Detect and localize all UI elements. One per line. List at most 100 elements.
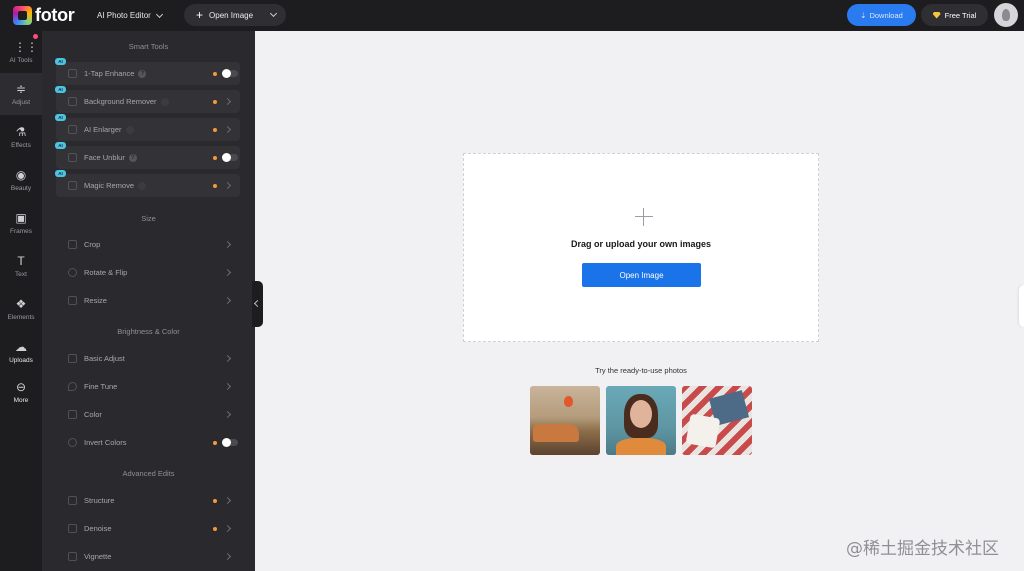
logo-icon <box>13 6 32 25</box>
tool-label: 1-Tap Enhance? <box>84 69 147 78</box>
plus-icon <box>635 208 653 226</box>
face-icon <box>68 153 77 162</box>
rail-label: Elements <box>7 314 35 321</box>
status-dot <box>213 183 217 188</box>
open-image-dropdown-button[interactable]: + Open Image <box>184 4 286 26</box>
rail-item-elements[interactable]: ❖ Elements <box>0 288 42 330</box>
diamond-icon <box>932 11 941 19</box>
tool-structure[interactable]: Structure <box>56 489 240 512</box>
rail-item-text[interactable]: T Text <box>0 245 42 287</box>
cloud-upload-icon: ☁ <box>15 340 27 354</box>
upload-dropzone[interactable]: Drag or upload your own images Open Imag… <box>463 153 819 342</box>
status-dot <box>213 526 217 531</box>
chevron-right-icon <box>223 382 232 391</box>
tool-label: Invert Colors <box>84 438 127 447</box>
vignette-icon <box>68 552 77 561</box>
toggle-switch[interactable] <box>222 153 238 162</box>
plus-icon: + <box>196 8 204 22</box>
chevron-right-icon <box>223 410 232 419</box>
tool-crop[interactable]: Crop <box>56 233 240 256</box>
tool-vignette[interactable]: Vignette <box>56 545 240 568</box>
tool-invert-colors[interactable]: Invert Colors <box>56 431 240 454</box>
rail-item-ai-tools[interactable]: ⋮⋮ AI Tools <box>0 31 42 73</box>
background-remover-icon <box>68 97 77 106</box>
tool-face-unblur[interactable]: AI Face Unblur? <box>55 142 240 169</box>
enlarger-icon <box>68 125 77 134</box>
open-image-top-label: Open Image <box>209 10 254 20</box>
section-title: Advanced Edits <box>122 469 175 478</box>
fotor-logo[interactable]: fotor <box>13 5 93 26</box>
tool-ai-enlarger[interactable]: AI AI Enlarger? <box>55 114 240 141</box>
sample-photo-flatlay[interactable] <box>682 386 752 455</box>
open-image-button[interactable]: Open Image <box>582 263 701 287</box>
rail-label: Adjust <box>11 99 31 106</box>
section-title: Size <box>141 214 156 223</box>
rail-item-effects[interactable]: ⚗ Effects <box>0 116 42 158</box>
editor-select[interactable]: AI Photo Editor <box>97 10 163 20</box>
tool-1-tap-enhance[interactable]: AI 1-Tap Enhance? <box>55 58 240 85</box>
drop-icon <box>68 382 77 391</box>
shapes-icon: ❖ <box>15 297 27 311</box>
rail-item-uploads[interactable]: ☁ Uploads <box>0 331 42 373</box>
tool-label: Background Remover? <box>84 97 169 106</box>
avatar[interactable] <box>994 3 1018 27</box>
rail-label: Uploads <box>9 357 33 364</box>
rail-label: Text <box>15 271 27 278</box>
tool-magic-remove[interactable]: AI Magic Remove? <box>55 170 240 197</box>
tool-background-remover[interactable]: AI Background Remover? <box>55 86 240 113</box>
tool-basic-adjust[interactable]: Basic Adjust <box>56 347 240 370</box>
ai-badge: AI <box>55 170 66 177</box>
free-trial-button[interactable]: Free Trial <box>921 4 988 26</box>
tool-color[interactable]: Color <box>56 403 240 426</box>
chevron-right-icon <box>223 354 232 363</box>
section-title: Brightness & Color <box>117 327 180 336</box>
more-icon: ⊖ <box>15 380 27 394</box>
sample-photo-portrait[interactable] <box>606 386 676 455</box>
status-dot <box>213 498 217 503</box>
tool-fine-tune[interactable]: Fine Tune <box>56 375 240 398</box>
help-icon: ? <box>128 154 137 162</box>
structure-icon <box>68 496 77 505</box>
text-icon: T <box>17 254 25 268</box>
ai-badge: AI <box>55 86 66 93</box>
chevron-right-icon <box>223 496 232 505</box>
tool-resize[interactable]: Resize <box>56 289 240 312</box>
tool-label: Face Unblur? <box>84 153 137 162</box>
frame-icon: ▣ <box>15 211 27 225</box>
tool-label: Vignette <box>84 552 112 561</box>
help-icon: ? <box>138 182 147 190</box>
chevron-right-icon <box>223 97 232 106</box>
chevron-right-icon <box>223 240 232 249</box>
tool-label: AI Enlarger? <box>84 125 134 134</box>
tool-denoise[interactable]: Denoise <box>56 517 240 540</box>
editor-select-label: AI Photo Editor <box>97 11 151 20</box>
resize-icon <box>68 296 77 305</box>
sample-photo-balloon-car[interactable] <box>530 386 600 455</box>
chevron-right-icon <box>223 552 232 561</box>
tool-label: Denoise <box>84 524 112 533</box>
chevron-right-icon <box>223 268 232 277</box>
tool-label: Basic Adjust <box>84 354 125 363</box>
top-bar: fotor AI Photo Editor + Open Image ⇣ Dow… <box>0 0 1024 31</box>
tool-label: Fine Tune <box>84 382 118 391</box>
adjust-panel: Smart Tools AI 1-Tap Enhance? AI Backgro… <box>42 31 255 571</box>
rail-item-adjust[interactable]: ≑ Adjust <box>0 73 42 115</box>
rail-label: Frames <box>9 228 33 235</box>
logo-text: fotor <box>35 5 75 25</box>
collapse-panel-button[interactable] <box>252 281 263 327</box>
download-button[interactable]: ⇣ Download <box>847 4 916 26</box>
rail-item-frames[interactable]: ▣ Frames <box>0 202 42 244</box>
status-dot <box>213 99 217 104</box>
tool-rotate-flip[interactable]: Rotate & Flip <box>56 261 240 284</box>
help-icon: ? <box>138 70 147 78</box>
rail-item-beauty[interactable]: ◉ Beauty <box>0 159 42 201</box>
help-icon: ? <box>160 98 169 106</box>
right-panel-handle[interactable] <box>1019 285 1024 327</box>
denoise-icon <box>68 524 77 533</box>
rail-item-more[interactable]: ⊖ More <box>0 371 42 413</box>
toggle-switch[interactable] <box>222 69 238 78</box>
toggle-switch[interactable] <box>222 438 238 447</box>
chevron-down-icon <box>155 10 163 18</box>
tool-label: Structure <box>84 496 115 505</box>
tool-label: Crop <box>84 240 101 249</box>
